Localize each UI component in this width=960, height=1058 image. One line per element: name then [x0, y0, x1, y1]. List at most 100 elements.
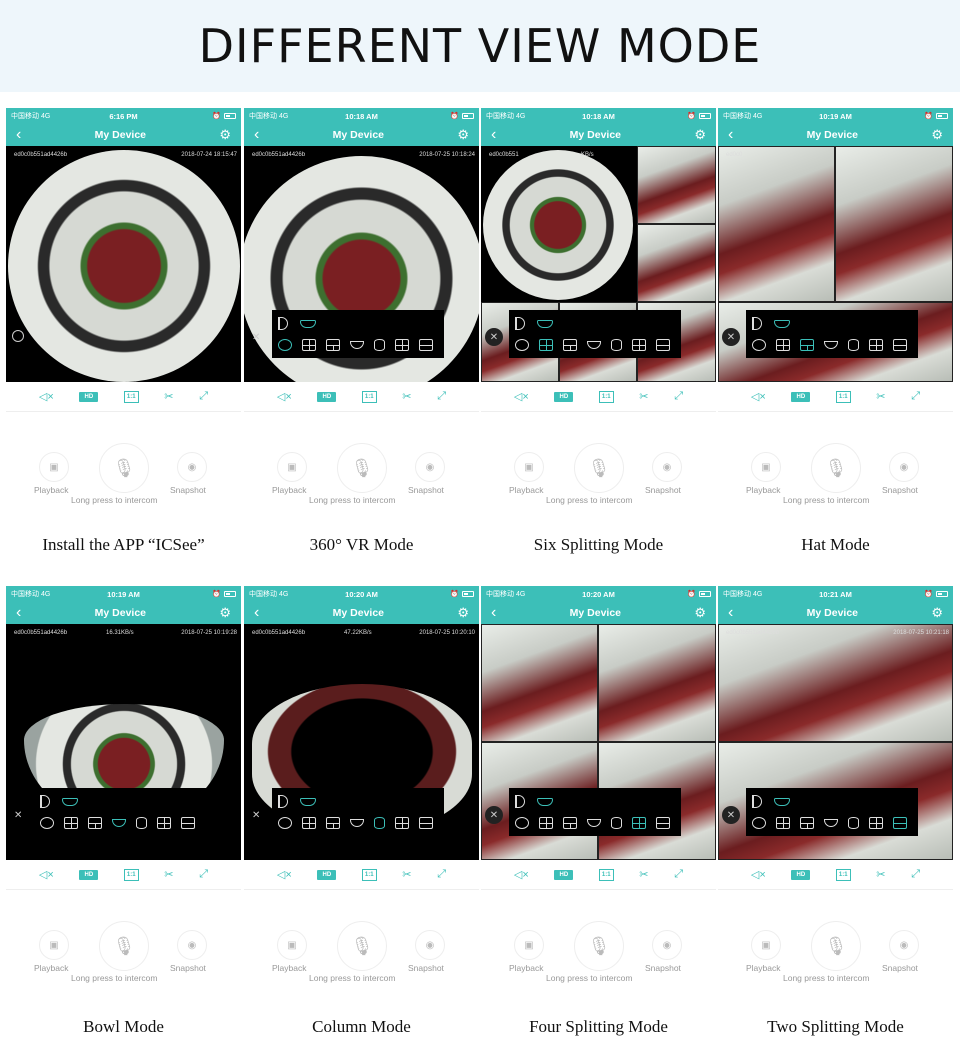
expand-icon[interactable]: ⤢: [437, 390, 446, 403]
wall-mount-icon[interactable]: [278, 795, 288, 808]
close-icon[interactable]: ✕: [252, 810, 260, 821]
close-icon[interactable]: ✕: [722, 806, 740, 824]
column-icon[interactable]: [374, 338, 385, 351]
ratio-button[interactable]: 1:1: [123, 390, 139, 403]
chevron-left-icon[interactable]: ‹: [254, 126, 259, 144]
chevron-left-icon[interactable]: ‹: [16, 604, 21, 622]
ratio-button[interactable]: 1:1: [361, 868, 377, 881]
ceiling-mount-icon[interactable]: [300, 797, 316, 806]
hd-button[interactable]: HD: [79, 869, 99, 880]
column-icon[interactable]: [136, 816, 147, 829]
hat-split-icon[interactable]: [800, 816, 814, 829]
intercom-button[interactable]: 🎙: [99, 443, 149, 493]
expand-icon[interactable]: ⤢: [199, 390, 208, 403]
wall-mount-icon[interactable]: [40, 795, 50, 808]
expand-icon[interactable]: ⤢: [674, 390, 683, 403]
hat-split-icon[interactable]: [563, 338, 577, 351]
camera-view-cell[interactable]: [598, 624, 716, 742]
expand-icon[interactable]: ⤢: [911, 390, 920, 403]
playback-button[interactable]: ▣: [277, 452, 307, 482]
chevron-left-icon[interactable]: ‹: [728, 604, 733, 622]
column-icon[interactable]: [848, 338, 859, 351]
close-icon[interactable]: ✕: [485, 328, 503, 346]
expand-icon[interactable]: ⤢: [199, 868, 208, 881]
fisheye-circle-icon[interactable]: [515, 338, 529, 351]
column-icon[interactable]: [611, 816, 622, 829]
video-area[interactable]: ✕: [481, 624, 716, 860]
bowl-icon[interactable]: [824, 340, 838, 349]
column-icon[interactable]: [848, 816, 859, 829]
snapshot-button[interactable]: ◉: [415, 452, 445, 482]
speaker-mute-icon[interactable]: ◁×: [514, 868, 529, 881]
two-split-icon[interactable]: [893, 338, 907, 351]
fisheye-circle-icon[interactable]: [752, 338, 766, 351]
wall-mount-icon[interactable]: [515, 795, 525, 808]
video-area[interactable]: ed0c0b551ad4426b 47.22KB/s 2018-07-25 10…: [244, 624, 479, 860]
snapshot-button[interactable]: ◉: [177, 930, 207, 960]
gear-icon[interactable]: ⚙: [931, 605, 943, 621]
hd-button[interactable]: HD: [554, 869, 574, 880]
six-split-icon[interactable]: [776, 338, 790, 351]
two-split-icon[interactable]: [656, 338, 670, 351]
hd-button[interactable]: HD: [554, 391, 574, 402]
six-split-icon[interactable]: [539, 338, 553, 351]
hd-button[interactable]: HD: [791, 869, 811, 880]
playback-button[interactable]: ▣: [39, 452, 69, 482]
camera-view-cell[interactable]: [637, 146, 716, 224]
four-split-icon[interactable]: [869, 816, 883, 829]
two-split-icon[interactable]: [419, 338, 433, 351]
four-split-icon[interactable]: [869, 338, 883, 351]
intercom-button[interactable]: 🎙: [337, 921, 387, 971]
intercom-button[interactable]: 🎙: [574, 921, 624, 971]
ceiling-mount-icon[interactable]: [774, 319, 790, 328]
hd-button[interactable]: HD: [317, 869, 337, 880]
expand-icon[interactable]: ⤢: [437, 868, 446, 881]
snapshot-button[interactable]: ◉: [652, 930, 682, 960]
playback-button[interactable]: ▣: [39, 930, 69, 960]
intercom-button[interactable]: 🎙: [811, 443, 861, 493]
scissors-icon[interactable]: ✂: [876, 868, 885, 881]
four-split-icon[interactable]: [395, 816, 409, 829]
ceiling-mount-icon[interactable]: [300, 319, 316, 328]
scissors-icon[interactable]: ✂: [876, 390, 885, 403]
snapshot-button[interactable]: ◉: [652, 452, 682, 482]
speaker-mute-icon[interactable]: ◁×: [277, 390, 292, 403]
intercom-button[interactable]: 🎙: [99, 921, 149, 971]
ceiling-mount-icon[interactable]: [537, 319, 553, 328]
four-split-icon[interactable]: [395, 338, 409, 351]
fisheye-circle-icon[interactable]: [278, 338, 292, 351]
intercom-button[interactable]: 🎙: [574, 443, 624, 493]
bowl-icon[interactable]: [350, 340, 364, 349]
speaker-mute-icon[interactable]: ◁×: [277, 868, 292, 881]
playback-button[interactable]: ▣: [751, 452, 781, 482]
playback-button[interactable]: ▣: [514, 930, 544, 960]
hat-split-icon[interactable]: [88, 816, 102, 829]
video-area[interactable]: ed0c0b551ad4426b 2018-07-25 10:18:24 ✕: [244, 146, 479, 382]
bowl-icon[interactable]: [350, 818, 364, 827]
column-icon[interactable]: [374, 816, 385, 829]
wall-mount-icon[interactable]: [515, 317, 525, 330]
ratio-button[interactable]: 1:1: [123, 868, 139, 881]
snapshot-button[interactable]: ◉: [415, 930, 445, 960]
six-split-icon[interactable]: [64, 816, 78, 829]
gear-icon[interactable]: ⚙: [457, 605, 469, 621]
chevron-left-icon[interactable]: ‹: [254, 604, 259, 622]
hat-split-icon[interactable]: [326, 816, 340, 829]
speaker-mute-icon[interactable]: ◁×: [751, 390, 766, 403]
playback-button[interactable]: ▣: [751, 930, 781, 960]
two-split-icon[interactable]: [181, 816, 195, 829]
hd-button[interactable]: HD: [317, 391, 337, 402]
fisheye-circle-icon[interactable]: [515, 816, 529, 829]
scissors-icon[interactable]: ✂: [402, 868, 411, 881]
two-split-icon[interactable]: [419, 816, 433, 829]
scissors-icon[interactable]: ✂: [639, 390, 648, 403]
ceiling-mount-icon[interactable]: [537, 797, 553, 806]
column-icon[interactable]: [611, 338, 622, 351]
bowl-icon[interactable]: [587, 340, 601, 349]
gear-icon[interactable]: ⚙: [219, 127, 231, 143]
fisheye-circle-icon[interactable]: [40, 816, 54, 829]
four-split-icon[interactable]: [632, 338, 646, 351]
hd-button[interactable]: HD: [791, 391, 811, 402]
expand-icon[interactable]: ⤢: [674, 868, 683, 881]
speaker-mute-icon[interactable]: ◁×: [514, 390, 529, 403]
